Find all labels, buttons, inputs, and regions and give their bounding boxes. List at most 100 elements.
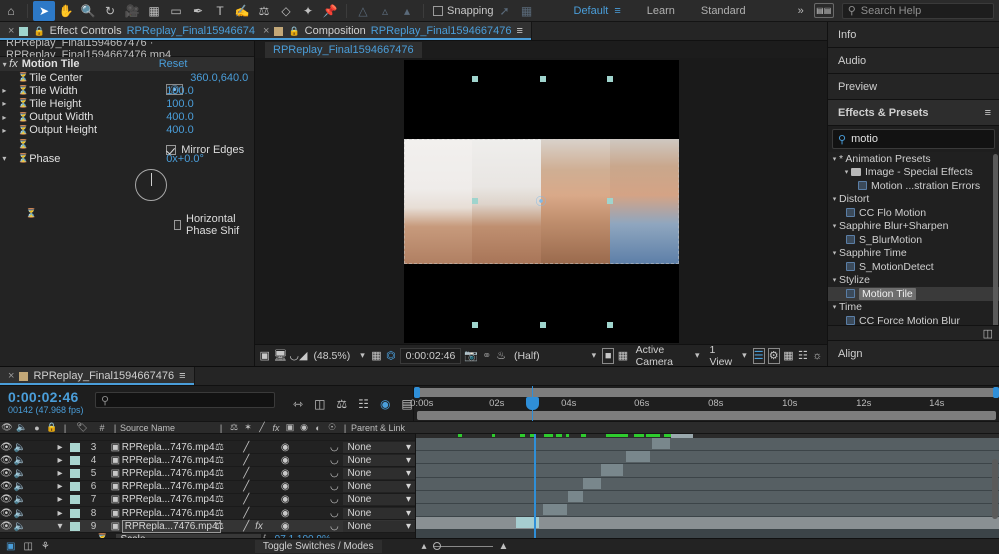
track-row[interactable]	[416, 464, 999, 477]
chevron-right-icon[interactable]: ▸	[0, 126, 9, 135]
table-row[interactable]: 👁 🔈 ▸ 6 ▣ RPRepla...7476.mp4 ⚖ ╱ ◉	[0, 481, 415, 494]
zoom-track[interactable]	[433, 546, 493, 547]
parent-link-header[interactable]: Parent & Link	[351, 422, 441, 434]
speaker-icon[interactable]: 🔈	[13, 467, 28, 479]
clip-bar[interactable]	[601, 464, 623, 475]
transform-handle[interactable]	[472, 198, 478, 204]
eye-icon[interactable]: 👁	[0, 454, 13, 466]
comp-name-chip[interactable]: RPReplay_Final1594667476	[265, 42, 422, 58]
solo-toggle[interactable]	[27, 520, 40, 532]
parent-pickwhip-icon[interactable]: ◡	[325, 441, 343, 453]
chevron-down-icon[interactable]: ▾	[830, 195, 839, 203]
fx-toggle[interactable]	[253, 441, 266, 453]
tab-timeline-comp[interactable]: × RPReplay_Final1594667476 ≡	[0, 367, 195, 385]
fx-icon[interactable]: fx	[269, 422, 283, 434]
frame-blending-icon[interactable]: ☷	[358, 397, 369, 411]
layer-source-name[interactable]: RPRepla...7476.mp4	[122, 467, 212, 479]
expand-arrow[interactable]: ▾	[55, 520, 66, 532]
layer-color-swatch[interactable]	[70, 495, 80, 504]
motion-blur-toggle[interactable]: ◉	[278, 454, 293, 466]
adjustment-layer-icon[interactable]: ◐	[311, 422, 325, 434]
chevron-down-icon[interactable]: ▾	[739, 350, 750, 361]
track-row[interactable]	[416, 451, 999, 464]
solo-toggle[interactable]	[27, 454, 40, 466]
solo-toggle[interactable]	[27, 507, 40, 519]
stopwatch-icon[interactable]: ⏳	[18, 72, 30, 83]
collapse-toggle[interactable]	[227, 494, 240, 506]
3d-toggle[interactable]	[305, 520, 325, 532]
motion-blur-toggle[interactable]: ◉	[278, 481, 293, 493]
comp-flowchart-icon[interactable]: ☷	[797, 348, 808, 364]
3d-view-icon[interactable]: ◡◢	[290, 348, 306, 364]
property-value[interactable]: 97.1,100.9%	[275, 534, 331, 538]
camera-value[interactable]: Active Camera	[632, 344, 689, 368]
quality-icon[interactable]: ╱	[255, 422, 269, 434]
adjustment-toggle[interactable]	[293, 441, 306, 453]
speaker-icon[interactable]: 🔈	[14, 422, 30, 434]
frame-blend-toggle[interactable]	[265, 467, 278, 479]
lock-toggle[interactable]	[40, 520, 55, 532]
tree-effect-s-blurmotion[interactable]: S_BlurMotion	[828, 233, 999, 247]
frame-blend-toggle[interactable]	[265, 494, 278, 506]
hand-tool[interactable]: ✋	[55, 1, 77, 21]
table-row-partial[interactable]	[0, 434, 415, 441]
fx-toggle[interactable]	[253, 494, 266, 506]
solo-toggle[interactable]	[27, 481, 40, 493]
pen-tool[interactable]: ✒	[187, 1, 209, 21]
adjustment-toggle[interactable]	[293, 481, 306, 493]
layer-source-name[interactable]: RPRepla...7476.mp4	[122, 454, 212, 466]
selection-tool[interactable]: ➤	[33, 1, 55, 21]
property-row-mirror-edges[interactable]: ⏳ Mirror Edges	[0, 137, 254, 152]
layer-source-name[interactable]: RPRepla...7476.mp4	[122, 481, 212, 493]
show-snapshot-icon[interactable]: ⚭	[481, 348, 492, 364]
stopwatch-icon[interactable]: ⏳	[18, 98, 30, 109]
fx-toggle[interactable]	[253, 454, 266, 466]
rotation-tool[interactable]: ↻	[99, 1, 121, 21]
parent-pickwhip-icon[interactable]: ◡	[325, 520, 343, 532]
property-row-phase[interactable]: ▾ ⏳ Phase 0x+0.0°	[0, 152, 254, 165]
effect-header-motion-tile[interactable]: ▾ fx Motion Tile Reset	[0, 57, 254, 71]
zoom-knob[interactable]	[433, 542, 441, 550]
chevron-down-icon[interactable]: ▾	[842, 168, 851, 176]
layer-color-swatch[interactable]	[70, 482, 80, 491]
stopwatch-icon[interactable]: ⏳	[26, 208, 37, 219]
eye-icon[interactable]: 👁	[0, 441, 13, 453]
timecode-block[interactable]: 0:00:02:46 00142 (47.968 fps)	[0, 386, 95, 421]
tree-effect-motion-tile[interactable]: Motion Tile	[828, 287, 999, 301]
expand-arrow[interactable]: ▸	[55, 441, 66, 453]
frame-blend-toggle[interactable]	[265, 520, 278, 532]
fx-toggle[interactable]	[253, 467, 266, 479]
shy-toggle[interactable]: ⚖	[212, 467, 227, 479]
chevron-down-icon[interactable]: ▾	[692, 350, 703, 361]
roto-brush-tool[interactable]: ✦	[297, 1, 319, 21]
work-area-bar-top[interactable]	[417, 388, 996, 397]
work-area-start-handle[interactable]	[414, 387, 420, 398]
clip-bar[interactable]	[583, 478, 601, 489]
eye-icon[interactable]: 👁	[0, 520, 13, 532]
adjustment-toggle[interactable]	[293, 520, 306, 532]
motion-blur-icon[interactable]: ◉	[297, 422, 311, 434]
table-row[interactable]: 👁 🔈 ▾ 9 ▣ RPRepla...7476.mp4 ⚖ ╱ fx ◉	[0, 520, 415, 533]
stopwatch-icon[interactable]: ⏳	[18, 153, 30, 164]
motion-blur-toggle[interactable]: ◉	[278, 467, 293, 479]
transform-handle[interactable]	[607, 198, 613, 204]
clip-bar[interactable]	[652, 438, 670, 449]
parent-dropdown[interactable]: None▾	[343, 481, 415, 492]
motion-blur-toggle[interactable]: ◉	[278, 520, 293, 532]
chevron-down-icon[interactable]: ▾	[830, 249, 839, 257]
eye-icon[interactable]: 👁	[0, 494, 13, 506]
quality-toggle[interactable]: ╱	[240, 467, 253, 479]
chevron-down-icon[interactable]: ▾	[357, 350, 368, 361]
lock-toggle[interactable]	[40, 441, 55, 453]
chevron-down-icon[interactable]: ▾	[830, 155, 839, 163]
workspace-standard[interactable]: Standard	[701, 5, 746, 17]
motion-blur-toggle[interactable]: ◉	[278, 441, 293, 453]
track-row[interactable]	[416, 438, 999, 451]
3d-toggle[interactable]	[305, 507, 325, 519]
tree-group-sapphire-blur-sharpen[interactable]: ▾ Sapphire Blur+Sharpen	[828, 220, 999, 234]
workspace-overflow-icon[interactable]: »	[798, 5, 804, 17]
fx-toggle[interactable]	[253, 481, 266, 493]
parent-pickwhip-icon[interactable]: ◡	[325, 507, 343, 519]
property-value[interactable]: 400.0	[166, 111, 194, 123]
solo-toggle[interactable]	[27, 494, 40, 506]
